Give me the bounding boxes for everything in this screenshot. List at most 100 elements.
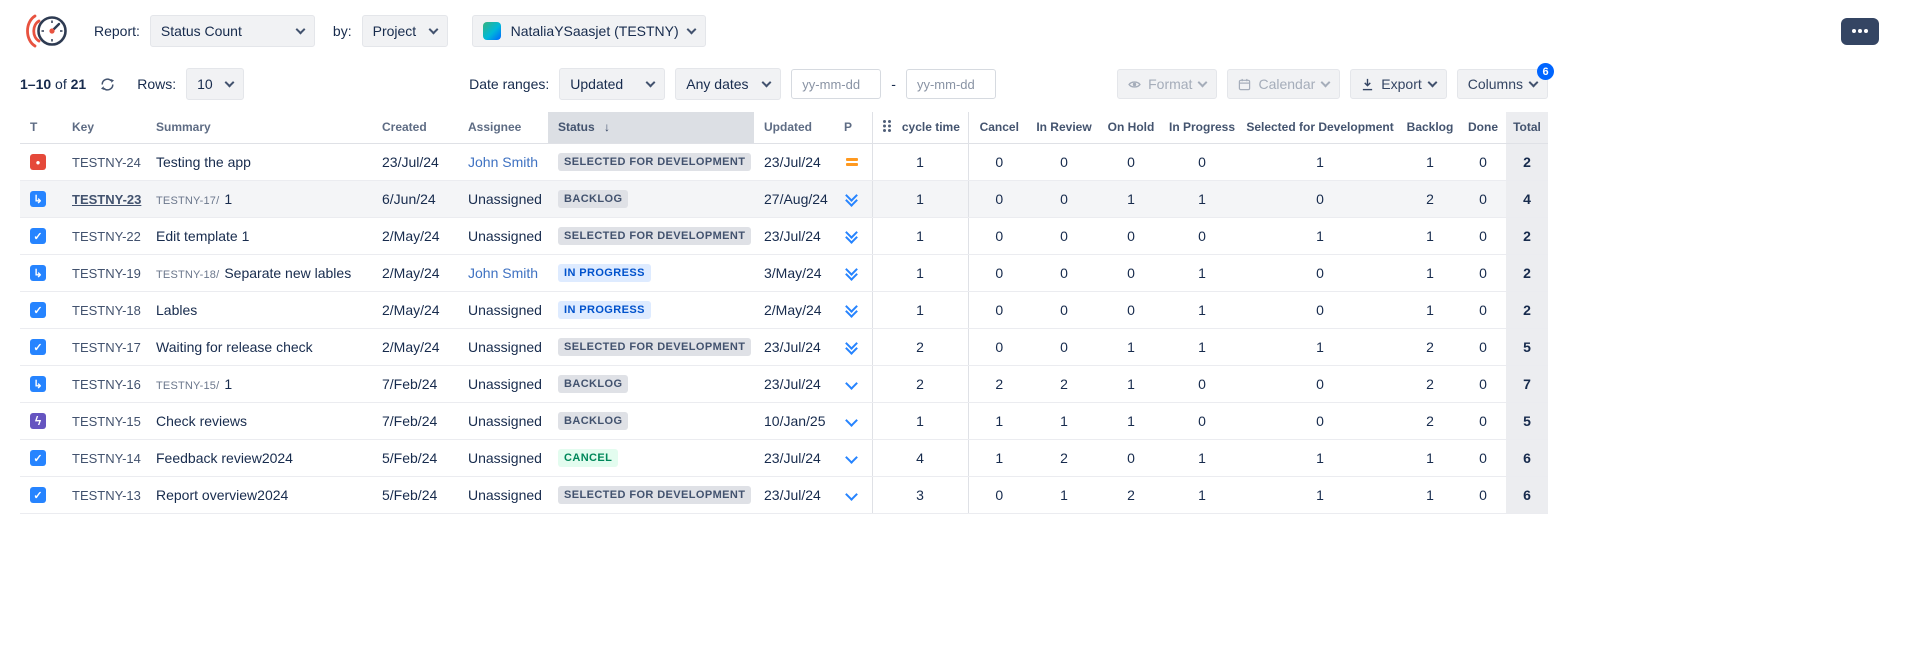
issue-key-link[interactable]: TESTNY-19: [72, 266, 141, 281]
assignee[interactable]: Unassigned: [468, 487, 542, 503]
assignee[interactable]: John Smith: [468, 265, 538, 281]
parent-issue-key[interactable]: TESTNY-15/: [156, 380, 219, 392]
issue-key-link[interactable]: TESTNY-24: [72, 155, 141, 170]
status-badge: SELECTED FOR DEVELOPMENT: [558, 227, 751, 245]
status-count-in-progress: 0: [1164, 217, 1240, 254]
col-header-type[interactable]: T: [20, 112, 62, 143]
export-button[interactable]: Export: [1350, 69, 1446, 99]
priority-icon: [844, 228, 860, 244]
status-count-report-page: Report: Status Count by: Project Natalia…: [0, 0, 1907, 658]
table-row[interactable]: TESTNY-13 Report overview2024 5/Feb/24 U…: [20, 476, 1548, 513]
assignee[interactable]: Unassigned: [468, 191, 542, 207]
calendar-button[interactable]: Calendar: [1227, 69, 1340, 99]
columns-button[interactable]: Columns 6: [1457, 69, 1548, 99]
issue-key-link[interactable]: TESTNY-14: [72, 451, 141, 466]
status-count-backlog: 2: [1400, 402, 1460, 439]
assignee[interactable]: Unassigned: [468, 376, 542, 392]
assignee[interactable]: Unassigned: [468, 339, 542, 355]
report-type-value: Status Count: [161, 23, 242, 39]
project-select[interactable]: NataliaYSaasjet (TESTNY): [472, 15, 706, 47]
drag-handle-icon[interactable]: [883, 120, 892, 133]
issue-key-link[interactable]: TESTNY-13: [72, 488, 141, 503]
issue-key-link[interactable]: TESTNY-15: [72, 414, 141, 429]
table-row[interactable]: TESTNY-14 Feedback review2024 5/Feb/24 U…: [20, 439, 1548, 476]
table-row[interactable]: TESTNY-24 Testing the app 23/Jul/24 John…: [20, 143, 1548, 180]
status-count-in-progress: 1: [1164, 476, 1240, 513]
issue-type-icon: [30, 487, 46, 503]
col-header-in-review[interactable]: In Review: [1030, 112, 1098, 143]
status-count-done: 0: [1460, 217, 1506, 254]
updated-date: 23/Jul/24: [754, 328, 834, 365]
issues-table: T Key Summary Created Assignee Status ↓ …: [20, 112, 1548, 514]
status-count-selected: 1: [1240, 328, 1400, 365]
created-date: 7/Feb/24: [372, 365, 458, 402]
chevron-down-icon: [428, 24, 438, 34]
issue-key-link[interactable]: TESTNY-18: [72, 303, 141, 318]
result-total: 21: [71, 76, 87, 92]
table-row[interactable]: TESTNY-17 Waiting for release check 2/Ma…: [20, 328, 1548, 365]
col-header-summary[interactable]: Summary: [146, 112, 372, 143]
parent-issue-key[interactable]: TESTNY-17/: [156, 195, 219, 207]
table-row[interactable]: TESTNY-16 TESTNY-15/1 7/Feb/24 Unassigne…: [20, 365, 1548, 402]
col-header-assignee[interactable]: Assignee: [458, 112, 548, 143]
report-type-select[interactable]: Status Count: [150, 15, 315, 47]
col-header-selected-for-development[interactable]: Selected for Development: [1240, 112, 1400, 143]
refresh-button[interactable]: [100, 77, 115, 92]
status-count-cancel: 1: [968, 402, 1030, 439]
col-header-on-hold[interactable]: On Hold: [1098, 112, 1164, 143]
status-badge: BACKLOG: [558, 375, 628, 393]
more-menu-button[interactable]: [1841, 18, 1879, 45]
download-icon: [1361, 78, 1374, 91]
table-row[interactable]: TESTNY-23 TESTNY-17/1 6/Jun/24 Unassigne…: [20, 180, 1548, 217]
chevron-down-icon: [1321, 77, 1331, 87]
col-header-backlog[interactable]: Backlog: [1400, 112, 1460, 143]
col-header-updated[interactable]: Updated: [754, 112, 834, 143]
issue-key-link[interactable]: TESTNY-22: [72, 229, 141, 244]
assignee[interactable]: Unassigned: [468, 413, 542, 429]
created-date: 6/Jun/24: [372, 180, 458, 217]
issue-key-link[interactable]: TESTNY-17: [72, 340, 141, 355]
assignee[interactable]: Unassigned: [468, 450, 542, 466]
rows-per-page-select[interactable]: 10: [186, 68, 244, 100]
date-preset-select[interactable]: Any dates: [675, 68, 781, 100]
issue-type-icon: [30, 191, 46, 207]
chevron-down-icon: [762, 77, 772, 87]
col-header-cycle-time[interactable]: cycle time: [872, 112, 968, 143]
cycle-time-value: 1: [872, 143, 968, 180]
group-by-select[interactable]: Project: [362, 15, 448, 47]
table-row[interactable]: TESTNY-15 Check reviews 7/Feb/24 Unassig…: [20, 402, 1548, 439]
table-row[interactable]: TESTNY-19 TESTNY-18/Separate new lables …: [20, 254, 1548, 291]
col-header-created[interactable]: Created: [372, 112, 458, 143]
updated-date: 23/Jul/24: [754, 217, 834, 254]
assignee[interactable]: Unassigned: [468, 302, 542, 318]
status-count-on-hold: 0: [1098, 143, 1164, 180]
col-header-total[interactable]: Total: [1506, 112, 1548, 143]
col-header-done[interactable]: Done: [1460, 112, 1506, 143]
date-to-input[interactable]: [906, 69, 996, 99]
result-of: of: [55, 76, 67, 92]
status-count-done: 0: [1460, 291, 1506, 328]
table-row[interactable]: TESTNY-22 Edit template 1 2/May/24 Unass…: [20, 217, 1548, 254]
format-button[interactable]: Format: [1117, 69, 1217, 99]
status-count-on-hold: 0: [1098, 217, 1164, 254]
col-header-status[interactable]: Status ↓: [548, 112, 754, 143]
rows-label: Rows:: [137, 76, 176, 92]
status-count-in-progress: 1: [1164, 439, 1240, 476]
status-count-in-progress: 1: [1164, 254, 1240, 291]
assignee[interactable]: John Smith: [468, 154, 538, 170]
issue-key-link[interactable]: TESTNY-23: [72, 192, 141, 207]
col-header-in-progress[interactable]: In Progress: [1164, 112, 1240, 143]
date-from-input[interactable]: [791, 69, 881, 99]
status-count-done: 0: [1460, 476, 1506, 513]
col-header-priority[interactable]: P: [834, 112, 872, 143]
table-row[interactable]: TESTNY-18 Lables 2/May/24 Unassigned IN …: [20, 291, 1548, 328]
issue-key-link[interactable]: TESTNY-16: [72, 377, 141, 392]
status-count-on-hold: 0: [1098, 291, 1164, 328]
col-header-cancel[interactable]: Cancel: [968, 112, 1030, 143]
col-header-key[interactable]: Key: [62, 112, 146, 143]
total-value: 6: [1506, 439, 1548, 476]
date-field-select[interactable]: Updated: [559, 68, 665, 100]
parent-issue-key[interactable]: TESTNY-18/: [156, 269, 219, 281]
issue-type-icon: [30, 450, 46, 466]
assignee[interactable]: Unassigned: [468, 228, 542, 244]
